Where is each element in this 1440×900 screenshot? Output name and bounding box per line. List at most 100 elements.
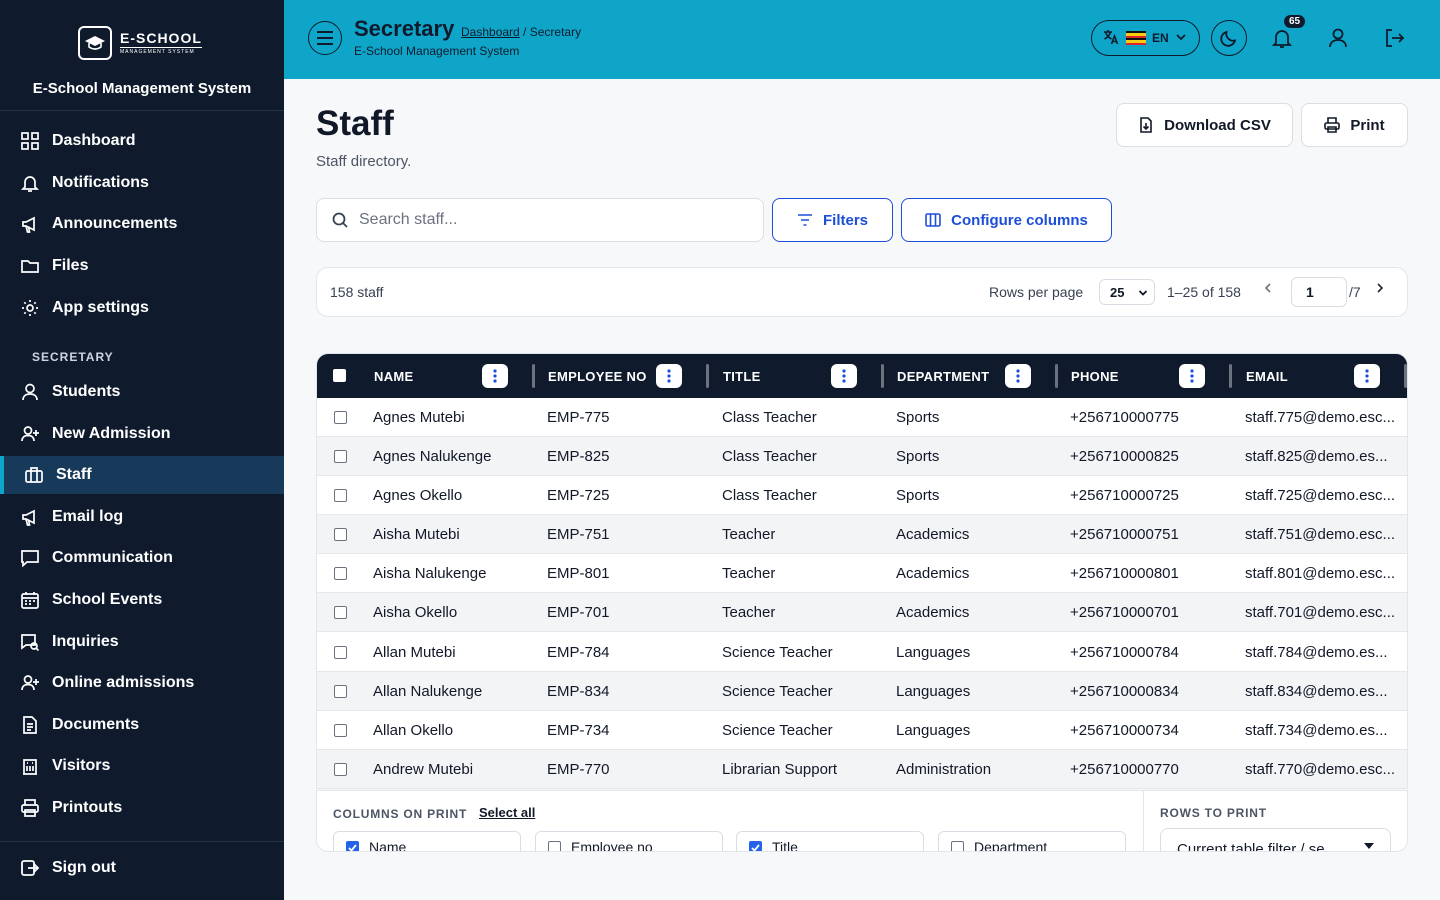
column-resize-handle[interactable] bbox=[881, 364, 884, 388]
row-checkbox[interactable] bbox=[334, 646, 347, 659]
table-row[interactable]: Agnes Nalukenge EMP-825 Class Teacher Sport… bbox=[317, 437, 1407, 476]
rows-per-page-select[interactable]: 25 bbox=[1099, 279, 1155, 305]
bell-icon bbox=[20, 173, 40, 193]
breadcrumb-dashboard-link[interactable]: Dashboard bbox=[461, 25, 520, 39]
checkbox[interactable] bbox=[548, 841, 561, 851]
sidebar-item-communication[interactable]: Communication bbox=[0, 539, 284, 577]
table-row[interactable]: Aisha Nalukenge EMP-801 Teacher Academics +2… bbox=[317, 554, 1407, 593]
language-selector[interactable]: EN bbox=[1091, 20, 1200, 56]
sidebar-item-announcements[interactable]: Announcements bbox=[0, 205, 284, 243]
table-row[interactable]: Allan Nalukenge EMP-834 Science Teacher Lan… bbox=[317, 672, 1407, 711]
column-resize-handle[interactable] bbox=[706, 364, 709, 388]
print-button[interactable]: Print bbox=[1301, 103, 1408, 147]
row-checkbox[interactable] bbox=[334, 489, 347, 502]
sidebar-item-notifications[interactable]: Notifications bbox=[0, 164, 284, 202]
sidebar-item-staff[interactable]: Staff bbox=[0, 456, 284, 495]
print-column-name[interactable]: Name bbox=[333, 831, 521, 851]
sidebar-item-documents[interactable]: Documents bbox=[0, 706, 284, 744]
sidebar-item-online-admissions[interactable]: Online admissions bbox=[0, 664, 284, 702]
moon-icon bbox=[1220, 30, 1237, 47]
cell-title: Librarian Support bbox=[722, 761, 838, 778]
sign-out-button[interactable]: Sign out bbox=[0, 849, 284, 887]
cell-employee-no: EMP-784 bbox=[547, 644, 610, 661]
select-all-rows-checkbox[interactable] bbox=[333, 369, 346, 382]
column-header-title[interactable]: TITLE bbox=[723, 354, 761, 398]
user-icon bbox=[20, 382, 40, 402]
table-row[interactable]: Agnes Okello EMP-725 Class Teacher Sports +2… bbox=[317, 476, 1407, 515]
filters-button[interactable]: Filters bbox=[772, 198, 893, 242]
sidebar-item-app-settings[interactable]: App settings bbox=[0, 289, 284, 327]
column-resize-handle[interactable] bbox=[1404, 364, 1407, 388]
logout-button[interactable] bbox=[1381, 25, 1407, 51]
print-label: Print bbox=[1350, 116, 1385, 134]
download-csv-button[interactable]: Download CSV bbox=[1116, 103, 1293, 147]
table-row[interactable]: Allan Mutebi EMP-784 Science Teacher Langua… bbox=[317, 633, 1407, 672]
column-menu-button[interactable] bbox=[831, 364, 857, 388]
column-header-email[interactable]: EMAIL bbox=[1246, 354, 1288, 398]
row-checkbox[interactable] bbox=[334, 450, 347, 463]
rows-to-print-select[interactable]: Current table filter / se bbox=[1160, 828, 1391, 851]
search-input[interactable] bbox=[359, 211, 739, 229]
table-row[interactable]: Aisha Okello EMP-701 Teacher Academics +2567… bbox=[317, 593, 1407, 632]
column-resize-handle[interactable] bbox=[532, 364, 535, 388]
cell-employee-no: EMP-751 bbox=[547, 526, 610, 543]
row-checkbox[interactable] bbox=[334, 724, 347, 737]
pagination-bar: 158 staff Rows per page 25 1–25 of 158 1… bbox=[316, 267, 1408, 317]
cell-phone: +256710000701 bbox=[1070, 604, 1179, 621]
page-number-input[interactable]: 1 bbox=[1291, 277, 1347, 307]
column-resize-handle[interactable] bbox=[1055, 364, 1058, 388]
checkbox[interactable] bbox=[346, 841, 359, 851]
row-checkbox[interactable] bbox=[334, 411, 347, 424]
table-row[interactable]: Agnes Mutebi EMP-775 Class Teacher Sports +2… bbox=[317, 398, 1407, 437]
table-row[interactable]: Aisha Mutebi EMP-751 Teacher Academics +2567… bbox=[317, 515, 1407, 554]
column-menu-button[interactable] bbox=[1179, 364, 1205, 388]
cell-title: Science Teacher bbox=[722, 722, 833, 739]
column-resize-handle[interactable] bbox=[1229, 364, 1232, 388]
row-checkbox[interactable] bbox=[334, 606, 347, 619]
column-menu-button[interactable] bbox=[656, 364, 682, 388]
column-menu-button[interactable] bbox=[482, 364, 508, 388]
column-menu-button[interactable] bbox=[1354, 364, 1380, 388]
sidebar-item-printouts[interactable]: Printouts bbox=[0, 789, 284, 827]
app-logo[interactable]: E-SCHOOL MANAGEMENT SYSTEM bbox=[78, 26, 206, 60]
previous-page-button[interactable] bbox=[1263, 281, 1273, 297]
print-column-employee-no[interactable]: Employee no bbox=[535, 831, 723, 851]
sidebar-item-inquiries[interactable]: Inquiries bbox=[0, 623, 284, 661]
print-column-title[interactable]: Title bbox=[736, 831, 924, 851]
column-header-name[interactable]: NAME bbox=[374, 354, 413, 398]
row-checkbox[interactable] bbox=[334, 528, 347, 541]
sidebar-item-visitors[interactable]: Visitors bbox=[0, 747, 284, 785]
sidebar-item-new-admission[interactable]: New Admission bbox=[0, 415, 284, 453]
configure-columns-button[interactable]: Configure columns bbox=[901, 198, 1112, 242]
row-checkbox[interactable] bbox=[334, 763, 347, 776]
menu-toggle-button[interactable] bbox=[308, 21, 342, 55]
select-all-link[interactable]: Select all bbox=[479, 805, 535, 820]
sidebar-item-school-events[interactable]: School Events bbox=[0, 581, 284, 619]
checkbox[interactable] bbox=[749, 841, 762, 851]
column-header-employee-no[interactable]: EMPLOYEE NO bbox=[548, 354, 647, 398]
cell-department: Sports bbox=[896, 448, 940, 465]
calendar-icon bbox=[20, 590, 40, 610]
print-column-department[interactable]: Department bbox=[938, 831, 1126, 851]
column-menu-button[interactable] bbox=[1005, 364, 1031, 388]
next-page-button[interactable] bbox=[1375, 281, 1385, 297]
table-row[interactable]: Allan Okello EMP-734 Science Teacher Langua… bbox=[317, 711, 1407, 750]
sidebar-item-files[interactable]: Files bbox=[0, 247, 284, 285]
row-checkbox[interactable] bbox=[334, 685, 347, 698]
checkbox[interactable] bbox=[951, 841, 964, 851]
notifications-button[interactable] bbox=[1269, 25, 1295, 51]
language-code: EN bbox=[1152, 31, 1169, 45]
profile-button[interactable] bbox=[1325, 25, 1351, 51]
staff-table: NAME EMPLOYEE NO TITLE DEPARTMENT PHONE EMAIL… bbox=[316, 353, 1408, 789]
theme-toggle-button[interactable] bbox=[1211, 20, 1247, 56]
sidebar-item-students[interactable]: Students bbox=[0, 373, 284, 411]
column-header-phone[interactable]: PHONE bbox=[1071, 354, 1119, 398]
sidebar-item-dashboard[interactable]: Dashboard bbox=[0, 122, 284, 160]
sidebar-item-email-log[interactable]: Email log bbox=[0, 498, 284, 536]
table-row[interactable]: Andrew Mutebi EMP-770 Librarian Support Adm… bbox=[317, 750, 1407, 788]
row-checkbox[interactable] bbox=[334, 567, 347, 580]
page-section-title: Secretary bbox=[354, 16, 455, 41]
column-header-department[interactable]: DEPARTMENT bbox=[897, 354, 989, 398]
cell-title: Science Teacher bbox=[722, 683, 833, 700]
sidebar-item-label: Communication bbox=[52, 549, 173, 567]
